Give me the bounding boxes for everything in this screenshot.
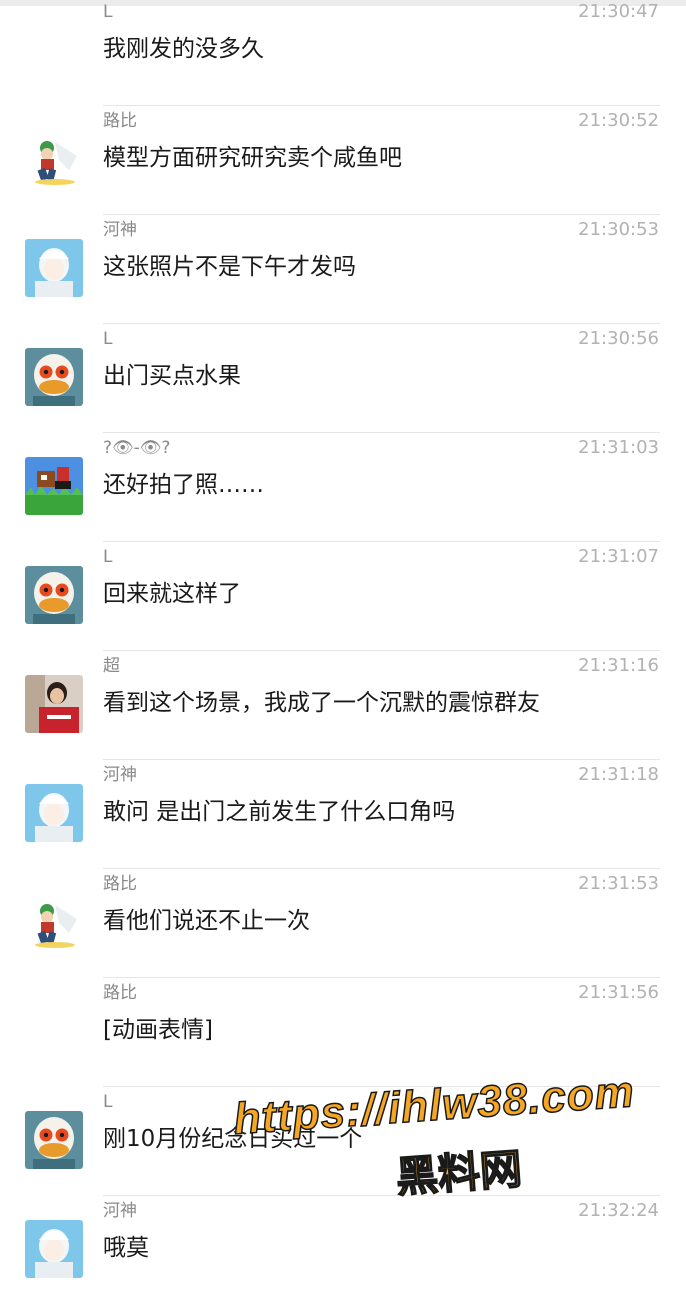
message-time: 21:32:24 [578, 1200, 659, 1221]
chat-message[interactable]: L 21:30:56 出门买点水果 [0, 324, 686, 433]
message-text: 出门买点水果 [103, 363, 241, 389]
chat-message[interactable]: 路比 21:30:52 模型方面研究研究卖个咸鱼吧 [0, 106, 686, 215]
sender-name: 超 [103, 656, 120, 676]
anime-avatar[interactable] [25, 784, 83, 842]
chat-message[interactable]: 超 21:31:16 看到这个场景，我成了一个沉默的震惊群友 [0, 651, 686, 760]
luffy-avatar[interactable] [25, 130, 83, 188]
message-time: 21:31:03 [578, 437, 659, 458]
chat-message[interactable]: 路比 21:31:53 看他们说还不止一次 [0, 869, 686, 978]
chat-message[interactable]: L 21:31:07 回来就这样了 [0, 542, 686, 651]
anime-avatar[interactable] [25, 239, 83, 297]
anime-avatar[interactable] [25, 1220, 83, 1278]
sender-name: 路比 [103, 983, 137, 1003]
message-time: 21:31:56 [578, 982, 659, 1003]
chat-message[interactable]: 河神 21:30:53 这张照片不是下午才发吗 [0, 215, 686, 324]
message-time: 21:31:53 [578, 873, 659, 894]
message-text: 看他们说还不止一次 [103, 908, 310, 934]
sender-name: L [103, 1092, 113, 1112]
message-time: 21:30:56 [578, 328, 659, 349]
message-text: 还好拍了照…… [103, 472, 264, 498]
sender-name: 河神 [103, 220, 137, 240]
duck-avatar[interactable] [25, 566, 83, 624]
message-time: 21:31:07 [578, 546, 659, 567]
sender-name: 河神 [103, 1201, 137, 1221]
sender-name: L [103, 547, 113, 567]
sender-name: L [103, 329, 113, 349]
message-text: 这张照片不是下午才发吗 [103, 254, 356, 280]
luffy-avatar[interactable] [25, 893, 83, 951]
chat-message[interactable]: L 21:30:47 我刚发的没多久 [0, 0, 686, 106]
message-text: 回来就这样了 [103, 581, 241, 607]
sender-name: 路比 [103, 111, 137, 131]
message-text: 看到这个场景，我成了一个沉默的震惊群友 [103, 690, 540, 716]
message-time: 21:30:52 [578, 110, 659, 131]
message-time: 21:31:18 [578, 764, 659, 785]
duck-avatar[interactable] [25, 1111, 83, 1169]
sender-name: 河神 [103, 765, 137, 785]
message-time: 21:30:53 [578, 219, 659, 240]
photo-avatar[interactable] [25, 675, 83, 733]
chat-message[interactable]: ?👁-👁? 21:31:03 还好拍了照…… [0, 433, 686, 542]
message-time: 21:31:16 [578, 655, 659, 676]
sender-name: 路比 [103, 874, 137, 894]
message-text: [动画表情] [103, 1017, 213, 1043]
message-time: 21:30:47 [578, 1, 659, 22]
message-text: 模型方面研究研究卖个咸鱼吧 [103, 145, 402, 171]
sender-name: L [103, 2, 113, 22]
message-text: 我刚发的没多久 [103, 36, 264, 62]
watermark-title: 黑料网 [394, 1143, 525, 1202]
message-text: 敢问 是出门之前发生了什么口角吗 [103, 799, 456, 825]
duck-avatar[interactable] [25, 348, 83, 406]
sender-name: ?👁-👁? [103, 438, 171, 458]
game-avatar[interactable] [25, 457, 83, 515]
message-text: 哦莫 [103, 1235, 149, 1261]
chat-message[interactable]: 河神 21:31:18 敢问 是出门之前发生了什么口角吗 [0, 760, 686, 869]
